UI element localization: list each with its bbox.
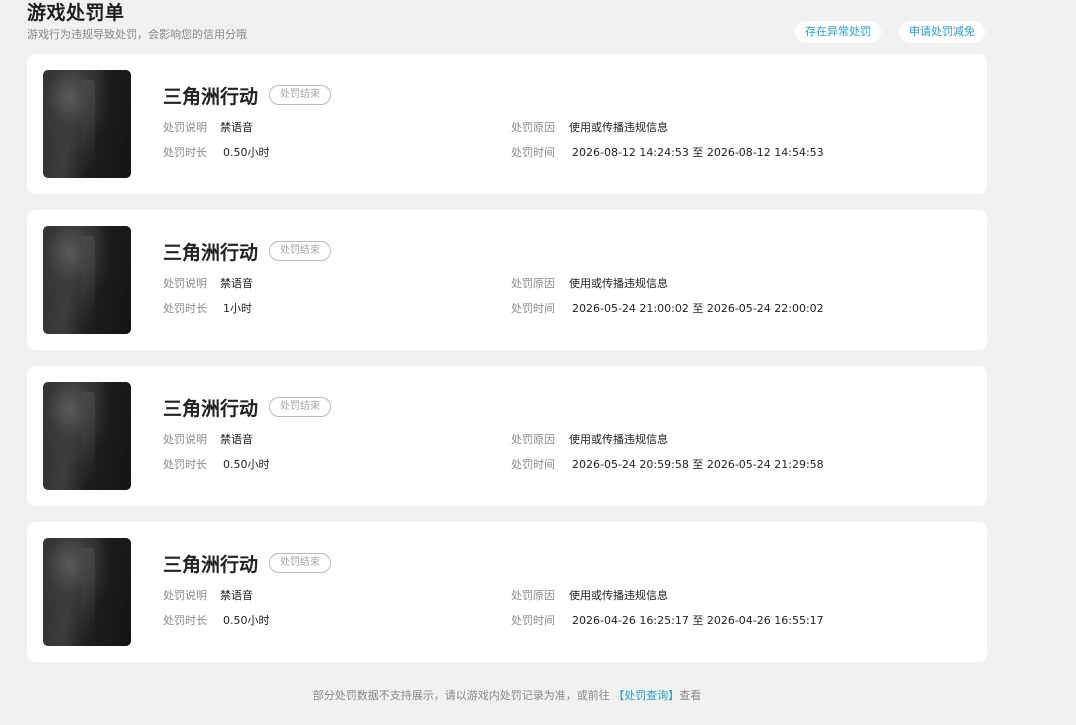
description-label: 处罚说明 [163,121,207,134]
penalty-page: 游戏处罚单 游戏行为违规导致处罚，会影响您的信用分哦 存在异常处罚 申请处罚减免… [0,0,1076,725]
status-badge: 处罚结束 [269,241,331,261]
time-label: 处罚时间 [511,302,555,315]
reason-value: 使用或传播违规信息 [569,433,668,446]
apply-reduction-button[interactable]: 申请处罚减免 [899,21,985,43]
reason-label: 处罚原因 [511,589,555,602]
footer-text-end: 查看 [679,689,702,702]
description-value: 禁语音 [220,277,253,290]
penalty-query-link[interactable]: 【处罚查询】 [613,689,679,702]
reason-label: 处罚原因 [511,433,555,446]
time-value: 2026-05-24 20:59:58 至 2026-05-24 21:29:5… [572,458,824,471]
duration-label: 处罚时长 [163,614,207,627]
description-label: 处罚说明 [163,433,207,446]
description-label: 处罚说明 [163,589,207,602]
reason-label: 处罚原因 [511,277,555,290]
description-value: 禁语音 [220,121,253,134]
penalty-card: 三角洲行动 处罚结束 处罚说明 禁语音 处罚时长 0.50小时 处罚原因 使用或… [27,522,987,662]
time-label: 处罚时间 [511,458,555,471]
penalty-list: 三角洲行动 处罚结束 处罚说明 禁语音 处罚时长 0.50小时 处罚原因 使用或… [27,54,987,678]
game-thumbnail [43,538,131,646]
description-value: 禁语音 [220,433,253,446]
time-label: 处罚时间 [511,146,555,159]
game-name: 三角洲行动 [163,398,259,420]
status-badge: 处罚结束 [269,85,331,105]
duration-value: 0.50小时 [223,458,270,471]
footer-text: 部分处罚数据不支持展示，请以游戏内处罚记录为准，或前往 [312,689,610,702]
time-value: 2026-04-26 16:25:17 至 2026-04-26 16:55:1… [572,614,824,627]
penalty-card: 三角洲行动 处罚结束 处罚说明 禁语音 处罚时长 0.50小时 处罚原因 使用或… [27,54,987,194]
duration-label: 处罚时长 [163,458,207,471]
duration-value: 0.50小时 [223,146,270,159]
penalty-card: 三角洲行动 处罚结束 处罚说明 禁语音 处罚时长 0.50小时 处罚原因 使用或… [27,366,987,506]
game-thumbnail [43,226,131,334]
status-badge: 处罚结束 [269,397,331,417]
duration-value: 0.50小时 [223,614,270,627]
time-value: 2026-08-12 14:24:53 至 2026-08-12 14:54:5… [572,146,824,159]
time-value: 2026-05-24 21:00:02 至 2026-05-24 22:00:0… [572,302,824,315]
time-label: 处罚时间 [511,614,555,627]
game-thumbnail [43,70,131,178]
penalty-card: 三角洲行动 处罚结束 处罚说明 禁语音 处罚时长 1小时 处罚原因 使用或传播违… [27,210,987,350]
abnormal-penalty-button[interactable]: 存在异常处罚 [795,21,881,43]
description-value: 禁语音 [220,589,253,602]
game-name: 三角洲行动 [163,86,259,108]
status-badge: 处罚结束 [269,553,331,573]
page-title: 游戏处罚单 [27,2,125,24]
duration-label: 处罚时长 [163,146,207,159]
reason-value: 使用或传播违规信息 [569,121,668,134]
page-subtitle: 游戏行为违规导致处罚，会影响您的信用分哦 [27,28,247,41]
description-label: 处罚说明 [163,277,207,290]
game-thumbnail [43,382,131,490]
reason-value: 使用或传播违规信息 [569,589,668,602]
reason-value: 使用或传播违规信息 [569,277,668,290]
game-name: 三角洲行动 [163,554,259,576]
footer-note: 部分处罚数据不支持展示，请以游戏内处罚记录为准，或前往 【处罚查询】查看 [0,687,1014,703]
reason-label: 处罚原因 [511,121,555,134]
duration-value: 1小时 [223,302,252,315]
game-name: 三角洲行动 [163,242,259,264]
duration-label: 处罚时长 [163,302,207,315]
